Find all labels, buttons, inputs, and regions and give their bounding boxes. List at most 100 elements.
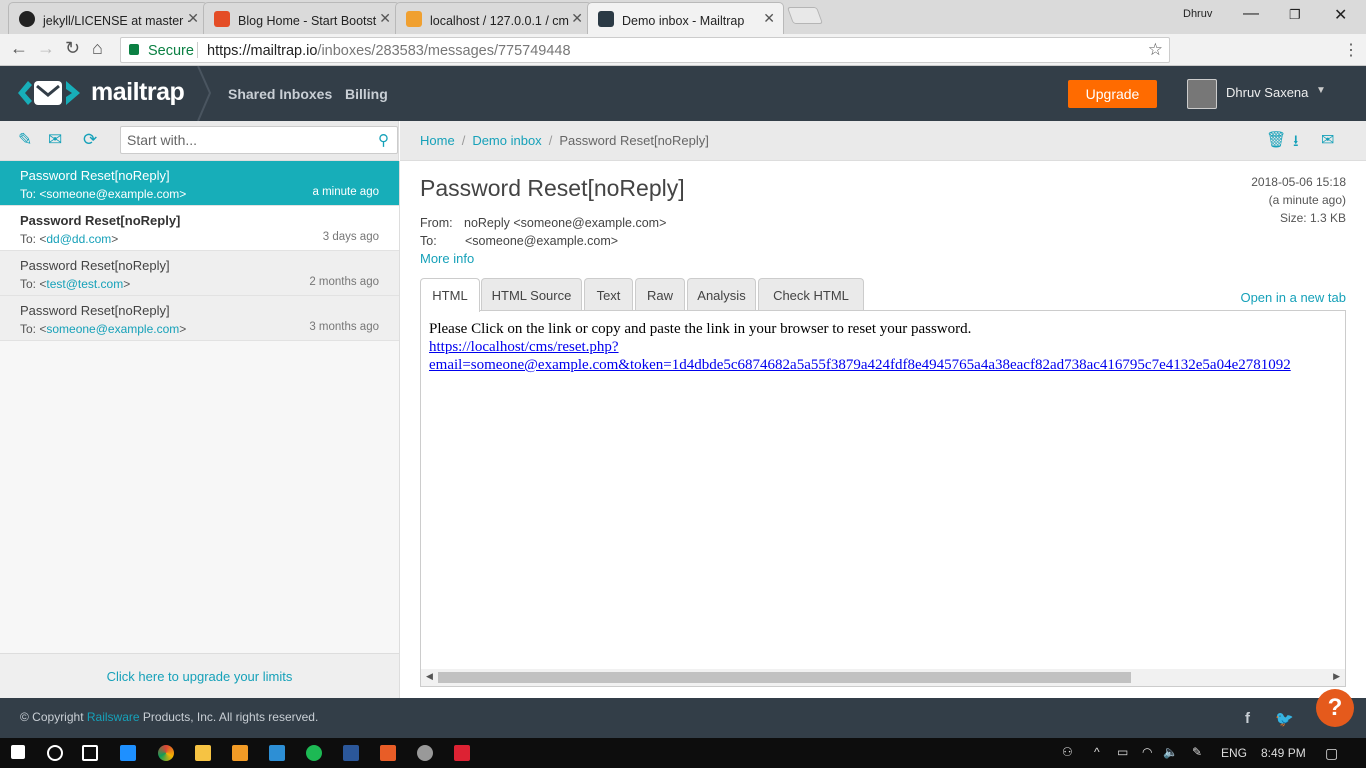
scrollbar-thumb[interactable] [438, 672, 1131, 683]
tab-analysis[interactable]: Analysis [687, 278, 756, 310]
app-icon[interactable] [454, 745, 470, 761]
browser-tab-phpmyadmin[interactable]: localhost / 127.0.0.1 / cm ✕ [395, 2, 592, 34]
message-subject: Password Reset[noReply] [20, 303, 170, 318]
more-info-link[interactable]: More info [420, 251, 474, 266]
message-size: Size: 1.3 KB [1279, 211, 1346, 225]
trash-icon[interactable]: 🗑 [1266, 130, 1286, 150]
twitter-icon[interactable]: 🐦 [1275, 710, 1294, 728]
scroll-right-icon[interactable]: ▶ [1333, 671, 1340, 682]
facebook-icon[interactable]: f [1245, 710, 1250, 727]
forward-icon[interactable]: → [37, 38, 55, 59]
url-field[interactable]: Secure https://mailtrap.io/inboxes/28358… [120, 37, 1170, 63]
app-footer: © Copyright Railsware Products, Inc. All… [0, 698, 1366, 738]
restore-icon[interactable]: ❐ [1289, 7, 1301, 23]
user-name[interactable]: Dhruv Saxena [1226, 85, 1308, 100]
tab-text[interactable]: Text [584, 278, 633, 310]
close-icon[interactable]: ✕ [763, 10, 775, 27]
reset-link[interactable]: https://localhost/cms/reset.php? email=so… [429, 339, 1291, 373]
mailtrap-logo-icon[interactable] [18, 77, 80, 109]
close-icon[interactable]: ✕ [571, 10, 583, 27]
browser-tab-blog[interactable]: Blog Home - Start Bootst ✕ [203, 2, 400, 34]
chrome-icon[interactable] [158, 745, 174, 761]
download-icon[interactable]: ⭳ [1293, 130, 1299, 157]
tab-html[interactable]: HTML [420, 278, 480, 312]
notifications-icon[interactable]: ▢ [1325, 745, 1338, 762]
language-indicator[interactable]: ENG [1221, 746, 1247, 760]
sublime-icon[interactable] [232, 745, 248, 761]
pen-icon[interactable]: ✎ [1192, 745, 1202, 759]
html5-icon[interactable] [380, 745, 396, 761]
chevron-up-icon[interactable]: ^ [1094, 745, 1100, 759]
os-taskbar: ⚇ ^ ▭ ◠ 🔈 ✎ ENG 8:49 PM ▢ [0, 738, 1366, 768]
word-icon[interactable] [343, 745, 359, 761]
menu-icon[interactable]: ⋮ [1343, 40, 1359, 60]
wifi-icon[interactable]: ◠ [1142, 745, 1152, 759]
browser-tab-github[interactable]: jekyll/LICENSE at master · ✕ [8, 2, 208, 34]
spotify-icon[interactable] [306, 745, 322, 761]
avatar[interactable] [1187, 79, 1217, 109]
forward-email-icon[interactable]: ✉ [1321, 130, 1334, 150]
list-item[interactable]: Password Reset[noReply] To: <test@test.c… [0, 251, 399, 296]
open-in-new-tab-link[interactable]: Open in a new tab [1240, 290, 1346, 305]
message-subject: Password Reset[noReply] [20, 258, 170, 273]
search-input[interactable] [127, 132, 367, 148]
from-label: From: [420, 216, 453, 230]
new-tab-button[interactable] [786, 7, 824, 24]
people-icon[interactable]: ⚇ [1062, 745, 1073, 759]
browser-tab-mailtrap[interactable]: Demo inbox - Mailtrap ✕ [587, 2, 784, 34]
nav-shared-inboxes[interactable]: Shared Inboxes [228, 86, 332, 102]
refresh-icon[interactable]: ⟳ [83, 130, 97, 150]
mark-read-icon[interactable]: ✎ [18, 130, 32, 150]
message-date: 2018-05-06 15:18 [1251, 175, 1346, 189]
message-subject: Password Reset[noReply] [20, 213, 181, 228]
breadcrumb-home[interactable]: Home [420, 133, 455, 148]
github-icon [19, 11, 35, 27]
clear-inbox-icon[interactable]: ✉ [48, 130, 62, 150]
reload-icon[interactable]: ↻ [65, 38, 80, 59]
list-item[interactable]: Password Reset[noReply] To: <someone@exa… [0, 161, 399, 206]
profile-name[interactable]: Dhruv [1183, 8, 1212, 20]
clock[interactable]: 8:49 PM [1261, 746, 1306, 760]
scroll-left-icon[interactable]: ◀ [426, 671, 433, 682]
breadcrumb-inbox[interactable]: Demo inbox [472, 133, 541, 148]
email-preview[interactable]: Please Click on the link or copy and pas… [420, 310, 1346, 687]
task-view-icon[interactable] [82, 745, 98, 761]
breadcrumb: Home / Demo inbox / Password Reset[noReply] [420, 133, 709, 148]
volume-icon[interactable]: 🔈 [1163, 745, 1178, 759]
message-time: 3 months ago [309, 321, 379, 333]
nav-billing[interactable]: Billing [345, 86, 388, 102]
close-icon[interactable]: ✕ [187, 10, 199, 27]
message-time: 3 days ago [322, 231, 379, 243]
help-button[interactable]: ? [1316, 689, 1354, 727]
edge-icon[interactable] [120, 745, 136, 761]
back-icon[interactable]: ← [10, 38, 28, 59]
tab-raw[interactable]: Raw [635, 278, 685, 310]
message-time: 2 months ago [309, 276, 379, 288]
chevron-down-icon[interactable]: ▼ [1316, 85, 1326, 96]
tab-html-source[interactable]: HTML Source [481, 278, 582, 310]
home-icon[interactable]: ⌂ [92, 38, 103, 59]
app-header: mailtrap Shared Inboxes Billing Upgrade … [0, 66, 1366, 121]
bookmark-star-icon[interactable]: ☆ [1148, 40, 1163, 60]
file-explorer-icon[interactable] [195, 745, 211, 761]
battery-icon[interactable]: ▭ [1117, 745, 1128, 759]
window-close-icon[interactable]: ✕ [1334, 5, 1347, 25]
email-body: Please Click on the link or copy and pas… [429, 320, 1291, 374]
tab-check-html[interactable]: Check HTML [758, 278, 864, 310]
railsware-link[interactable]: Railsware [87, 710, 140, 724]
upgrade-button[interactable]: Upgrade [1068, 80, 1157, 108]
upgrade-limits-link[interactable]: Click here to upgrade your limits [0, 653, 400, 698]
search-icon[interactable]: ⚲ [378, 131, 389, 149]
vscode-icon[interactable] [269, 745, 285, 761]
search-icon[interactable] [47, 745, 63, 761]
list-item[interactable]: Password Reset[noReply] To: <dd@dd.com> … [0, 206, 399, 251]
close-icon[interactable]: ✕ [379, 10, 391, 27]
breadcrumb-current: Password Reset[noReply] [559, 133, 709, 148]
logo-text[interactable]: mailtrap [91, 78, 185, 107]
list-item[interactable]: Password Reset[noReply] To: <someone@exa… [0, 296, 399, 341]
minimize-icon[interactable]: — [1243, 5, 1259, 23]
windows-start-icon[interactable] [11, 745, 25, 759]
app-icon[interactable] [417, 745, 433, 761]
horizontal-scrollbar[interactable]: ◀ ▶ [421, 669, 1345, 686]
search-field[interactable]: ⚲ [120, 126, 398, 154]
